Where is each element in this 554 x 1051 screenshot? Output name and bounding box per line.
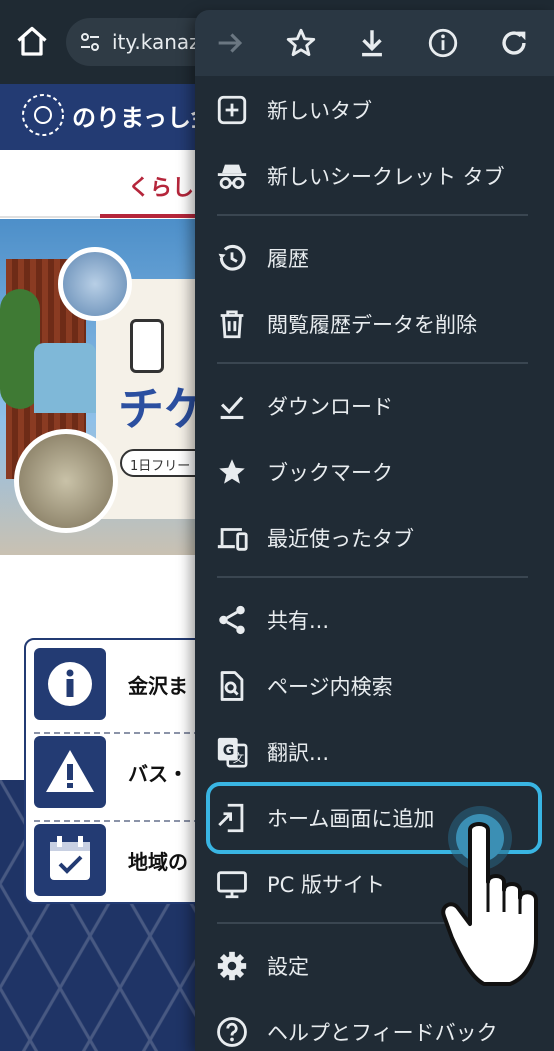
info-row-text: 金沢ま [128, 674, 188, 698]
menu-divider [217, 362, 528, 364]
translate-icon: G 文 [217, 737, 248, 768]
info-panel: 金沢ま バス・ 地域の [24, 638, 214, 904]
divider [34, 820, 210, 822]
train-photo [58, 247, 132, 321]
menu-item-downloads[interactable]: ダウンロード [195, 376, 554, 434]
refresh-icon[interactable] [497, 26, 531, 60]
menu-item-history[interactable]: 履歴 [195, 228, 554, 286]
svg-text:文: 文 [233, 751, 244, 765]
menu-divider [217, 576, 528, 578]
menu-item-label: ページ内検索 [267, 675, 393, 699]
active-tab-indicator [100, 214, 210, 218]
menu-item-label: 最近使ったタブ [267, 527, 414, 551]
info-row-text: バス・ [128, 762, 188, 786]
devices-icon [217, 528, 248, 551]
calendar-icon [34, 824, 106, 896]
menu-item-label: 翻訳... [267, 741, 330, 765]
help-icon [217, 1017, 247, 1047]
info-icon[interactable] [426, 26, 460, 60]
menu-item-share[interactable]: 共有... [195, 590, 554, 648]
hero-dome [34, 343, 96, 413]
star-icon[interactable] [284, 26, 318, 60]
trash-icon [220, 310, 244, 339]
menu-item-label: PC 版サイト [267, 873, 386, 897]
gear-icon [217, 951, 247, 981]
site-settings-icon[interactable] [78, 30, 102, 54]
menu-toolbar [195, 10, 554, 76]
downloads-icon [220, 396, 244, 420]
menu-item-clear-data[interactable]: 閲覧履歴データを削除 [195, 294, 554, 352]
menu-item-find-in-page[interactable]: ページ内検索 [195, 656, 554, 714]
menu-item-recent-tabs[interactable]: 最近使ったタブ [195, 508, 554, 566]
info-row[interactable]: 地域の [34, 824, 214, 904]
menu-item-label: 設定 [267, 955, 309, 979]
menu-item-label: 新しいシークレット タブ [267, 165, 505, 189]
menu-item-label: 閲覧履歴データを削除 [267, 313, 477, 337]
phone-qr-icon [130, 319, 164, 373]
info-row[interactable]: 金沢ま [34, 648, 214, 728]
menu-item-label: 共有... [267, 609, 330, 633]
site-name[interactable]: のりまっし金 [72, 98, 215, 133]
info-row[interactable]: バス・ [34, 736, 214, 816]
menu-item-help[interactable]: ヘルプとフィードバック [195, 1002, 554, 1051]
url-text[interactable]: ity.kanaz [112, 30, 200, 54]
site-nav-tab[interactable]: くらし [128, 170, 194, 202]
star-filled-icon [219, 459, 245, 484]
find-in-page-icon [220, 671, 244, 701]
monitor-icon [217, 871, 247, 899]
menu-item-bookmarks[interactable]: ブックマーク [195, 442, 554, 500]
info-row-text: 地域の [128, 850, 188, 874]
site-logo[interactable] [20, 92, 66, 138]
menu-item-label: 履歴 [267, 247, 309, 271]
history-icon [218, 244, 246, 271]
warning-icon [34, 736, 106, 808]
incognito-icon [217, 164, 247, 190]
menu-item-label: 新しいタブ [267, 99, 372, 123]
share-icon [219, 605, 245, 635]
info-icon [34, 648, 106, 720]
divider [34, 732, 210, 734]
menu-item-translate[interactable]: G 文 翻訳... [195, 722, 554, 780]
download-icon[interactable] [355, 26, 389, 60]
forward-icon[interactable] [213, 26, 247, 60]
menu-item-label: ブックマーク [267, 461, 393, 485]
new-tab-icon [217, 95, 247, 125]
menu-item-incognito[interactable]: 新しいシークレット タブ [195, 146, 554, 204]
menu-divider [217, 214, 528, 216]
train-photo-2 [14, 429, 118, 533]
menu-item-new-tab[interactable]: 新しいタブ [195, 80, 554, 138]
home-icon[interactable] [14, 24, 50, 60]
menu-item-label: ヘルプとフィードバック [267, 1021, 498, 1045]
menu-item-label: ダウンロード [267, 395, 393, 419]
pointing-hand-icon [441, 822, 538, 986]
